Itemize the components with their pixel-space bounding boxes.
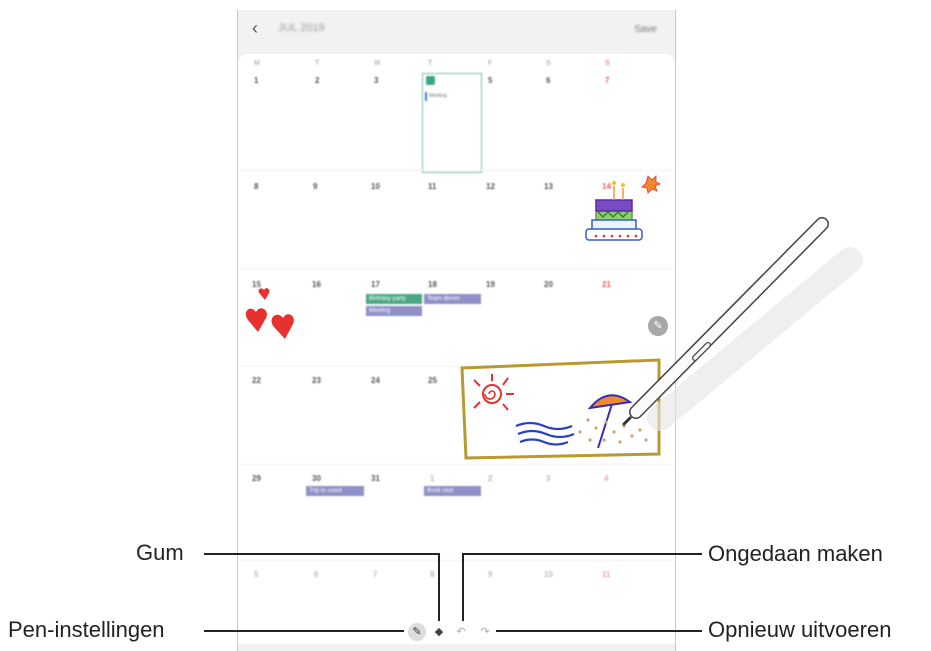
undo-callout-label: Ongedaan maken: [708, 541, 883, 566]
save-button[interactable]: Save: [634, 24, 657, 35]
day-number[interactable]: 24: [371, 376, 380, 385]
day-number[interactable]: 23: [312, 376, 321, 385]
pen-settings-callout-label: Pen-instellingen: [8, 617, 165, 642]
week-divider: [238, 464, 675, 465]
month-title: JUL 2019: [278, 22, 325, 34]
day-number[interactable]: 12: [486, 182, 495, 191]
day-number[interactable]: 3: [374, 76, 378, 85]
eraser-icon[interactable]: ◆: [430, 623, 448, 641]
week-divider: [238, 560, 675, 561]
day-number[interactable]: 22: [252, 376, 261, 385]
eraser-leader-line: [438, 553, 440, 621]
day-number[interactable]: 2: [488, 474, 492, 483]
day-number[interactable]: 6: [314, 570, 318, 579]
drawing-toolbar: ✎ ◆ ↶ ↷: [398, 621, 498, 643]
day-number[interactable]: 16: [312, 280, 321, 289]
day-number[interactable]: 15: [252, 280, 261, 289]
day-number[interactable]: 29: [252, 474, 261, 483]
undo-leader-line: [462, 553, 702, 555]
day-number[interactable]: 11: [428, 182, 436, 191]
dow-label: M: [254, 60, 260, 67]
day-number[interactable]: 10: [371, 182, 380, 191]
day-number[interactable]: 8: [430, 570, 434, 579]
day-number[interactable]: 11: [602, 570, 610, 579]
day-number[interactable]: 28: [602, 376, 611, 385]
week-divider: [238, 170, 675, 171]
dow-label: W: [374, 60, 381, 67]
top-bar: ‹ JUL 2019 Save: [238, 10, 675, 54]
day-number[interactable]: 20: [544, 280, 553, 289]
event-marker: [425, 92, 427, 101]
edit-icon[interactable]: ✎: [648, 316, 668, 336]
day-number[interactable]: 9: [313, 182, 317, 191]
day-number[interactable]: 5: [254, 570, 258, 579]
event-bar[interactable]: Trip to coast: [306, 486, 364, 496]
day-number[interactable]: 3: [546, 474, 550, 483]
pen-settings-leader-line: [204, 630, 404, 632]
day-number[interactable]: 1: [254, 76, 258, 85]
day-number[interactable]: 30: [312, 474, 321, 483]
day-number[interactable]: 1: [430, 474, 434, 483]
event-bar[interactable]: Meeting: [366, 306, 422, 316]
dow-label: S: [605, 60, 610, 67]
day-number[interactable]: 13: [544, 182, 553, 191]
dow-label: T: [315, 60, 320, 67]
pen-icon[interactable]: ✎: [408, 623, 426, 641]
event-bar[interactable]: Book club: [424, 486, 481, 496]
day-number[interactable]: 17: [371, 280, 380, 289]
dow-label: S: [546, 60, 551, 67]
event-bar[interactable]: Team dinner: [424, 294, 481, 304]
today-event: Meeting: [429, 93, 447, 99]
day-number[interactable]: 25: [428, 376, 437, 385]
undo-icon[interactable]: ↶: [452, 623, 470, 641]
day-number[interactable]: 5: [488, 76, 492, 85]
week-divider: [238, 268, 675, 269]
undo-leader-line: [462, 553, 464, 621]
day-number[interactable]: 27: [544, 376, 553, 385]
month-grid: M T W T F S S Meeting 1 2 3 5 6 7 8 9 10…: [238, 54, 675, 644]
day-number[interactable]: 2: [315, 76, 319, 85]
day-number[interactable]: 4: [604, 474, 608, 483]
redo-icon[interactable]: ↷: [476, 623, 494, 641]
week-divider: [238, 366, 675, 367]
day-number[interactable]: 18: [428, 280, 437, 289]
eraser-leader-line: [204, 553, 439, 555]
day-number[interactable]: 21: [602, 280, 611, 289]
today-indicator: [426, 76, 435, 85]
calendar-sheet: M T W T F S S Meeting 1 2 3 5 6 7 8 9 10…: [238, 54, 675, 644]
day-number[interactable]: 10: [544, 570, 553, 579]
eraser-callout-label: Gum: [136, 540, 184, 565]
day-number[interactable]: 9: [488, 570, 492, 579]
back-button[interactable]: ‹: [252, 18, 258, 39]
redo-leader-line: [496, 630, 702, 632]
day-number[interactable]: 6: [546, 76, 550, 85]
dow-label: T: [428, 60, 433, 67]
day-number[interactable]: 7: [373, 570, 377, 579]
day-number[interactable]: 31: [371, 474, 380, 483]
dow-label: F: [488, 60, 493, 67]
day-number[interactable]: 14: [602, 182, 611, 191]
day-number[interactable]: 19: [486, 280, 495, 289]
today-cell[interactable]: [422, 73, 482, 173]
day-number[interactable]: 8: [254, 182, 258, 191]
redo-callout-label: Opnieuw uitvoeren: [708, 617, 892, 642]
event-bar[interactable]: Birthday party: [366, 294, 422, 304]
day-number[interactable]: 7: [605, 76, 609, 85]
